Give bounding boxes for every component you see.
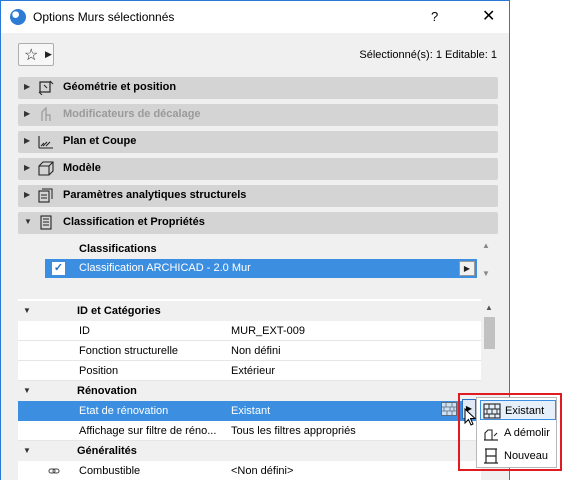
options-dialog: Options Murs sélectionnés ? ✕ ☆ ▶ Sélect… (0, 0, 510, 480)
property-value[interactable]: Existant (231, 405, 270, 417)
plan-section-icon (38, 136, 53, 149)
panel-label: Modèle (63, 162, 101, 174)
property-row[interactable]: ID MUR_EXT-009 (18, 321, 481, 341)
property-row[interactable]: Position Extérieur (18, 361, 481, 381)
property-value[interactable]: Non défini (231, 345, 281, 357)
classification-checkbox[interactable]: ✓ (52, 262, 65, 275)
archicad-app-icon (10, 9, 26, 25)
property-label: Affichage sur filtre de réno... (79, 425, 217, 437)
property-row[interactable]: Combustible <Non défini> (18, 461, 481, 480)
property-label: Fonction structurelle (79, 345, 179, 357)
property-row[interactable]: Fonction structurelle Non défini (18, 341, 481, 361)
chevron-right-icon: ▶ (45, 49, 52, 59)
panel-label: Géométrie et position (63, 81, 177, 93)
panel-classification-properties[interactable]: ▼ Classification et Propriétés (18, 212, 498, 234)
property-value[interactable]: Tous les filtres appropriés (231, 425, 356, 437)
structural-analytics-icon (38, 188, 53, 203)
model-icon (38, 161, 54, 176)
existing-wall-icon (441, 402, 457, 416)
scroll-down-icon[interactable]: ▼ (482, 269, 490, 278)
expand-arrow-icon[interactable]: ▶ (24, 82, 30, 91)
property-row[interactable]: Affichage sur filtre de réno... Tous les… (18, 421, 481, 441)
property-group-id-categories[interactable]: ▼ ID et Catégories (18, 301, 481, 321)
panel-model[interactable]: ▶ Modèle (18, 158, 498, 180)
property-group-general[interactable]: ▼ Généralités (18, 441, 481, 461)
collapse-arrow-icon[interactable]: ▼ (23, 386, 31, 395)
collapse-arrow-icon[interactable]: ▼ (23, 306, 31, 315)
panel-label: Modificateurs de décalage (63, 108, 201, 120)
property-label: Combustible (79, 465, 141, 477)
star-icon: ☆ (24, 47, 39, 64)
property-value[interactable]: <Non défini> (231, 465, 293, 477)
menu-item-label: Existant (505, 405, 545, 417)
panel-label: Paramètres analytiques structurels (63, 189, 247, 201)
classification-label: Classification ARCHICAD - 2.0 Mur (79, 262, 251, 274)
expand-arrow-icon[interactable]: ▶ (24, 190, 30, 199)
panel-offset-modifiers[interactable]: ▶ Modificateurs de décalage (18, 104, 498, 126)
selection-info: Sélectionné(s): 1 Editable: 1 (359, 49, 497, 61)
close-button[interactable]: ✕ (482, 6, 495, 26)
classification-picker-button[interactable]: ▶ (459, 261, 475, 276)
demolish-icon (484, 429, 498, 441)
expand-arrow-icon[interactable]: ▶ (24, 109, 30, 118)
collapse-arrow-icon[interactable]: ▼ (24, 217, 32, 226)
menu-item-new[interactable]: Nouveau (480, 446, 556, 466)
geometry-icon (38, 80, 54, 95)
classifications-list: Classifications ✓ Classification ARCHICA… (18, 237, 498, 285)
expand-arrow-icon[interactable]: ▶ (24, 136, 30, 145)
offset-modifier-icon (41, 107, 51, 121)
property-group-renovation[interactable]: ▼ Rénovation (18, 381, 481, 401)
group-label: ID et Catégories (77, 305, 161, 317)
new-construction-icon (484, 448, 498, 464)
renovation-status-menu: Existant A démolir Nouveau (476, 397, 557, 468)
panel-structural-analytics[interactable]: ▶ Paramètres analytiques structurels (18, 185, 498, 207)
property-label: Etat de rénovation (79, 405, 169, 417)
window-title: Options Murs sélectionnés (33, 10, 175, 24)
classifications-scrollbar[interactable]: ▲ ▼ (479, 237, 493, 285)
scrollbar-thumb[interactable] (484, 317, 495, 349)
group-label: Rénovation (77, 385, 137, 397)
panel-plan-section[interactable]: ▶ Plan et Coupe (18, 131, 498, 153)
property-row-renovation-status[interactable]: Etat de rénovation Existant (18, 401, 481, 421)
help-button[interactable]: ? (431, 9, 438, 24)
classification-icon (40, 215, 52, 230)
expand-arrow-icon[interactable]: ▶ (24, 163, 30, 172)
group-label: Généralités (77, 445, 137, 457)
menu-item-label: A démolir (504, 427, 550, 439)
property-value[interactable]: MUR_EXT-009 (231, 325, 305, 337)
property-value[interactable]: Extérieur (231, 365, 275, 377)
scroll-up-icon[interactable]: ▲ (482, 241, 490, 250)
classification-row[interactable]: ✓ Classification ARCHICAD - 2.0 Mur ▶ (45, 259, 477, 278)
menu-item-demolish[interactable]: A démolir (480, 423, 556, 443)
existing-wall-icon (483, 403, 501, 419)
classifications-header: Classifications (79, 243, 157, 255)
panel-label: Classification et Propriétés (63, 216, 205, 228)
menu-item-label: Nouveau (504, 450, 549, 462)
panel-label: Plan et Coupe (63, 135, 137, 147)
property-label: Position (79, 365, 119, 377)
menu-item-existing[interactable]: Existant (480, 400, 556, 420)
property-label: ID (79, 325, 90, 337)
properties-list: ▼ ID et Catégories ID MUR_EXT-009 Foncti… (18, 299, 498, 480)
collapse-arrow-icon[interactable]: ▼ (23, 446, 31, 455)
panel-geometry-position[interactable]: ▶ Géométrie et position (18, 77, 498, 99)
link-icon (48, 468, 60, 474)
scroll-up-icon[interactable]: ▲ (485, 303, 493, 312)
title-bar: Options Murs sélectionnés ? ✕ (1, 1, 509, 33)
favorites-button[interactable]: ☆ ▶ (18, 43, 54, 66)
